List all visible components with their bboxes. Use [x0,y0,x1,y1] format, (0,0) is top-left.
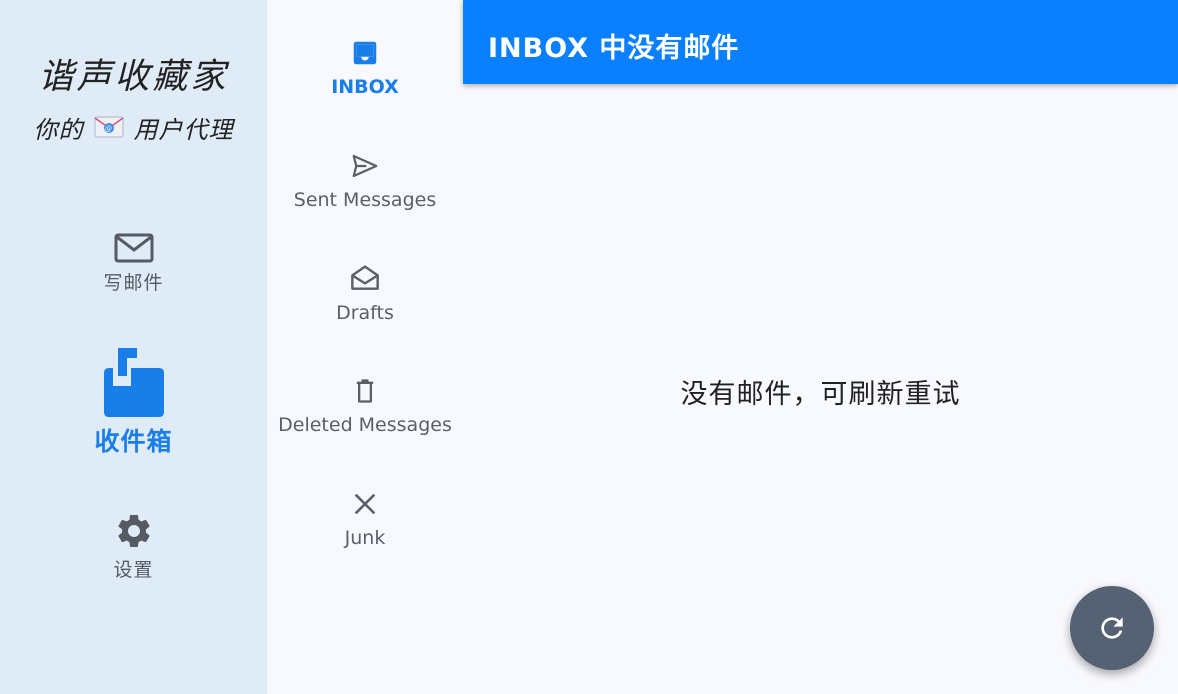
app-title: 谐声收藏家 [38,57,229,97]
inbox-tray-icon [353,41,377,65]
mail-icon [114,233,153,263]
folder-item-drafts-label: Drafts [336,302,394,324]
send-icon [352,154,378,178]
folder-item-drafts[interactable]: Drafts [267,262,463,324]
page-title: INBOX 中没有邮件 [488,33,740,64]
folder-item-deleted[interactable]: Deleted Messages [267,376,463,436]
inbox-mailbox-icon [103,348,164,417]
subtitle-prefix: 你的 [33,115,84,144]
rail-item-settings[interactable]: 设置 [0,511,267,582]
refresh-icon [1101,617,1123,639]
svg-text:@: @ [105,125,113,133]
folder-item-inbox[interactable]: INBOX [267,38,463,98]
app-subtitle: 你的 @ 用户代理 [0,110,267,144]
rail-item-compose[interactable]: 写邮件 [0,232,267,295]
gear-icon [117,515,150,547]
folder-item-sent[interactable]: Sent Messages [267,151,463,211]
folder-item-sent-label: Sent Messages [293,189,437,211]
rail-item-settings-label: 设置 [113,559,154,581]
rail-item-inbox-label: 收件箱 [94,427,173,456]
empty-state-message: 没有邮件，可刷新重试 [680,379,961,410]
top-app-bar: INBOX 中没有邮件 [463,0,1178,84]
subtitle-suffix: 用户代理 [133,115,234,144]
close-icon [354,493,376,515]
folder-item-deleted-label: Deleted Messages [278,414,452,436]
email-envelope-icon: @ [93,116,124,138]
rail-item-inbox[interactable]: 收件箱 [0,346,267,458]
folder-item-junk-label: Junk [344,527,386,549]
folder-list: INBOX Sent Messages Drafts Deleted Messa… [267,0,463,694]
navigation-rail: 谐声收藏家 你的 @ 用户代理 写邮件 收件箱 设置 [0,0,267,694]
folder-item-inbox-label: INBOX [331,76,399,98]
drafts-icon [351,265,379,290]
trash-icon [356,379,374,403]
rail-item-compose-label: 写邮件 [103,272,164,294]
folder-item-junk[interactable]: Junk [267,489,463,549]
refresh-button[interactable] [1070,586,1154,670]
app-window: 谐声收藏家 你的 @ 用户代理 写邮件 收件箱 设置 INBOX Sent Me… [0,0,1178,694]
